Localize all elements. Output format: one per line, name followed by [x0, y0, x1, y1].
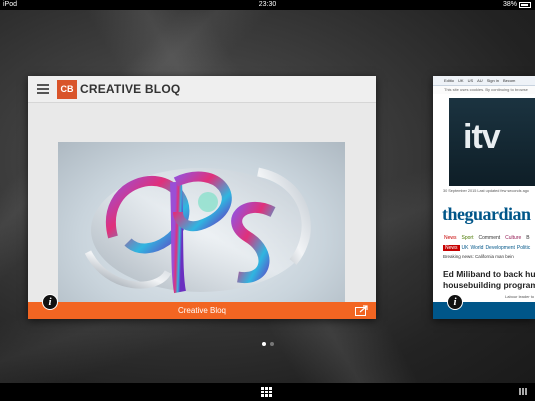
nav-item: US [467, 78, 474, 83]
status-bar: iPod 23:30 38% [0, 0, 535, 10]
nav-item: UK [458, 78, 464, 83]
nav-item: Becom [502, 78, 516, 83]
nav-item: AU [477, 78, 483, 83]
creative-bloq-logo: CB [57, 80, 77, 99]
section-item: B [526, 235, 530, 241]
section-item: Culture [505, 235, 522, 241]
section-item: News [444, 235, 457, 241]
date-line: 30 September 2015 Last updated few secon… [443, 189, 529, 193]
headline: Ed Miliband to back hug housebuilding pr… [443, 269, 535, 291]
section-nav: News Sport Comment Culture B [443, 234, 531, 242]
site-name: CREATIVE BLOQ [80, 82, 181, 96]
nav-item: Editio [444, 78, 455, 83]
breaking-news: Breaking news: California man bein [443, 254, 514, 259]
tab-title: Creative Bloq [177, 306, 227, 315]
grid-icon[interactable] [261, 387, 272, 397]
battery-percent: 38% [502, 1, 517, 8]
page-dot [270, 342, 274, 346]
battery-icon [519, 2, 531, 8]
subsection-item: UK [461, 245, 469, 251]
page-dot-active [262, 342, 266, 346]
guardian-top-nav: Editio UK US AU Sign in Becom [433, 76, 535, 86]
battery-status: 38% [503, 0, 531, 10]
byline: Labour leader to [505, 294, 535, 299]
info-icon[interactable]: i [42, 294, 58, 310]
article-hero-image [58, 142, 345, 302]
subsection-item: News [443, 245, 460, 251]
section-item: Comment [478, 235, 501, 241]
headline-line: housebuilding program [443, 280, 535, 290]
guardian-logo: theguardian [442, 204, 531, 224]
section-item: Sport [461, 235, 474, 241]
subsection-item: Politic [516, 245, 531, 251]
headline-line: Ed Miliband to back hug [443, 269, 535, 279]
menu-icon [37, 84, 49, 95]
nav-item: Sign in [486, 78, 499, 83]
columns-icon[interactable] [519, 388, 527, 395]
bottom-toolbar [0, 383, 535, 401]
subsection-item: World [470, 245, 484, 251]
tab-card-guardian[interactable]: Editio UK US AU Sign in Becom This site … [433, 76, 535, 319]
tab-card-creative-bloq[interactable]: CB CREATIVE BLOQ Creative Bloq i [28, 76, 376, 319]
info-icon[interactable]: i [447, 294, 463, 310]
subsection-item: Development [485, 245, 515, 251]
cookie-notice: This site uses cookies. By continuing to… [433, 86, 535, 94]
site-header: CB CREATIVE BLOQ [28, 76, 376, 103]
subsection-nav: News UK World Development Politic [443, 245, 530, 251]
tab-title-bar[interactable]: Creative Bloq [28, 302, 376, 319]
advert-text: itv [463, 118, 501, 156]
page-indicator[interactable] [262, 342, 274, 346]
clock: 23:30 [258, 1, 277, 8]
advert-image: itv [449, 98, 535, 186]
share-icon[interactable] [355, 305, 368, 316]
